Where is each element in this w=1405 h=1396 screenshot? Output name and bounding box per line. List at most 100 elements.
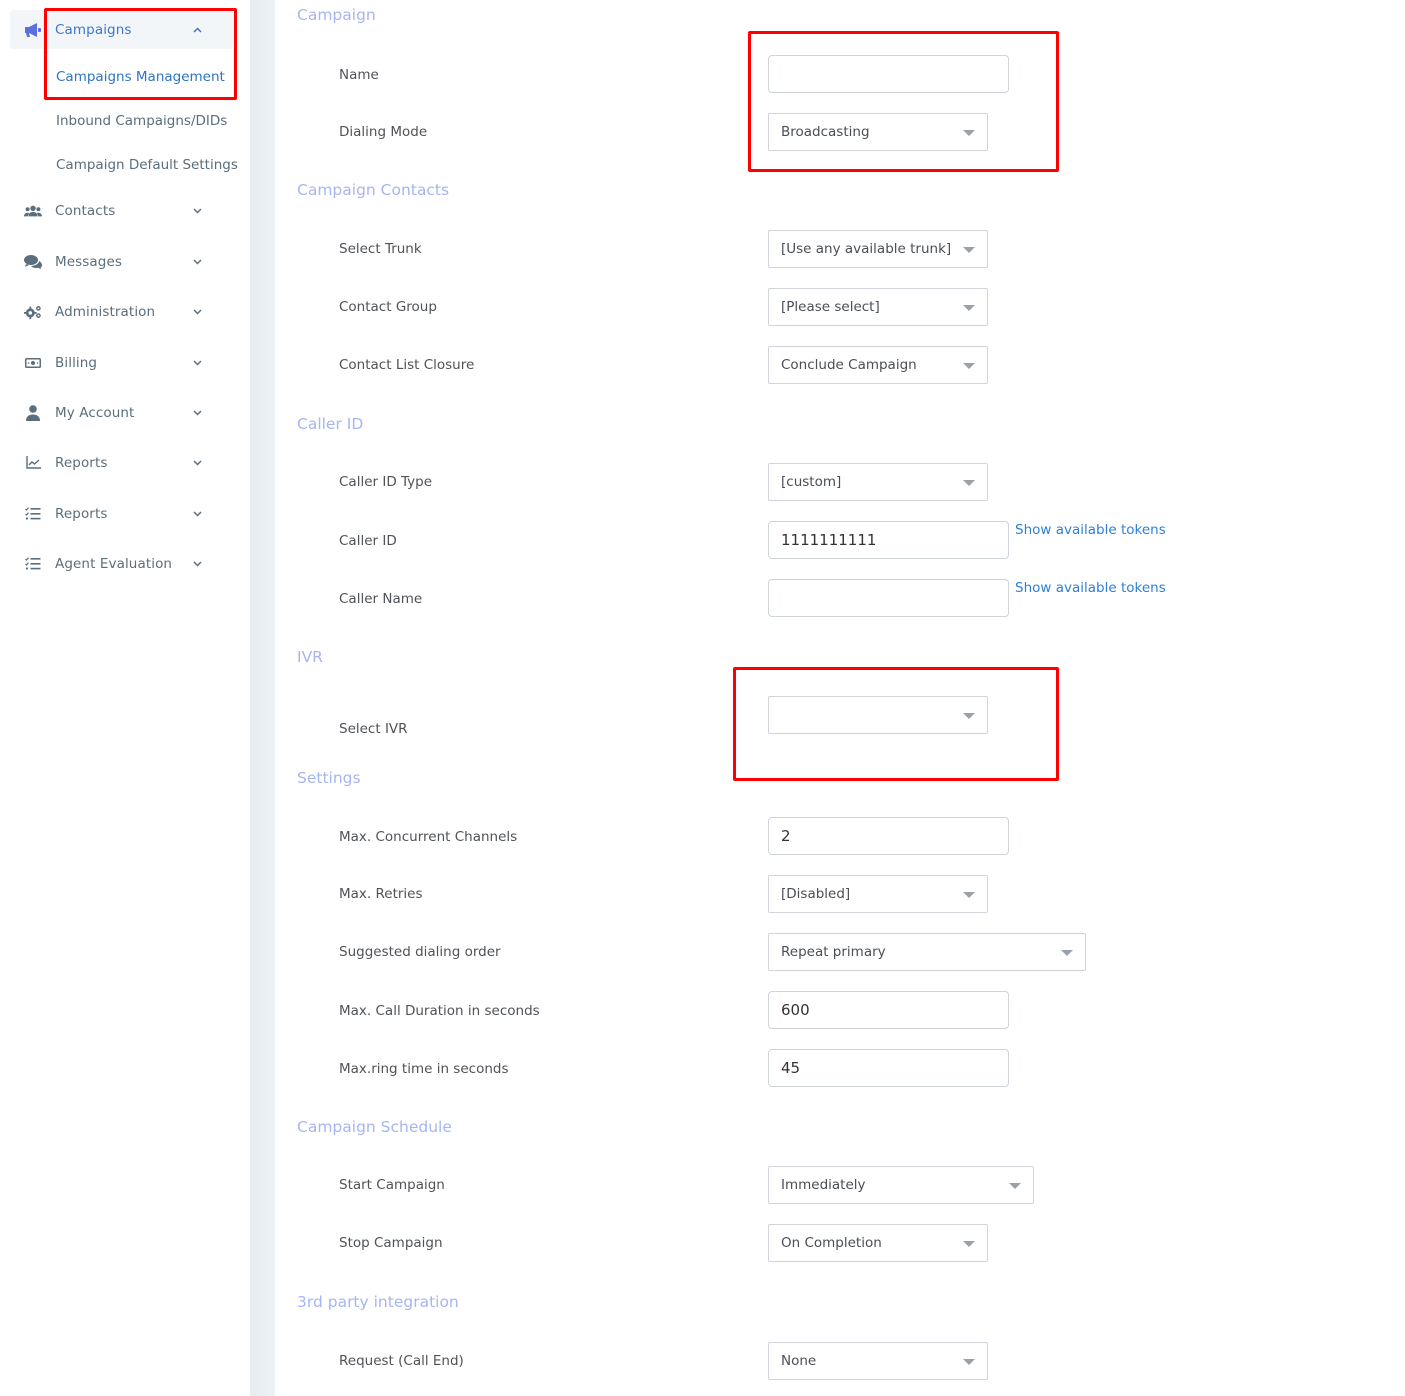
section-title-contacts: Campaign Contacts: [297, 181, 450, 199]
section-title-schedule: Campaign Schedule: [297, 1118, 452, 1136]
select-ivr-label: Select IVR: [339, 721, 408, 737]
start-campaign-value: Immediately: [781, 1177, 866, 1193]
dialing-order-label: Suggested dialing order: [339, 944, 501, 960]
section-title-settings: Settings: [297, 769, 361, 787]
name-input[interactable]: [768, 55, 1009, 93]
caller-id-type-label: Caller ID Type: [339, 474, 433, 490]
caret-down-icon: [963, 1241, 975, 1247]
chevron-down-icon: [191, 256, 203, 268]
caret-down-icon: [963, 305, 975, 311]
section-title-caller-id: Caller ID: [297, 415, 364, 433]
select-trunk-select[interactable]: [Use any available trunk]: [768, 230, 988, 268]
caret-down-icon: [1061, 950, 1073, 956]
stop-campaign-select[interactable]: On Completion: [768, 1224, 988, 1262]
sidebar-item-label: Reports: [55, 505, 108, 522]
chevron-down-icon: [191, 457, 203, 469]
submenu-inbound-campaigns[interactable]: Inbound Campaigns/DIDs: [56, 113, 227, 129]
stop-campaign-label: Stop Campaign: [339, 1235, 443, 1251]
caret-down-icon: [963, 892, 975, 898]
contact-list-closure-select[interactable]: Conclude Campaign: [768, 346, 988, 384]
dialing-order-select[interactable]: Repeat primary: [768, 933, 1086, 971]
max-ring-label: Max.ring time in seconds: [339, 1061, 509, 1077]
name-label: Name: [339, 67, 379, 83]
start-campaign-select[interactable]: Immediately: [768, 1166, 1034, 1204]
sidebar-item-contacts[interactable]: Contacts: [10, 191, 233, 230]
caret-down-icon: [963, 713, 975, 719]
caller-id-tokens-link[interactable]: Show available tokens: [1015, 522, 1166, 538]
tasks-list-icon: [24, 505, 42, 523]
comments-icon: [24, 253, 42, 271]
campaign-form: Campaign Name Dialing Mode Broadcasting …: [275, 0, 1405, 1394]
caller-name-tokens-link[interactable]: Show available tokens: [1015, 580, 1166, 596]
sidebar-item-label: Agent Evaluation: [55, 555, 173, 572]
section-title-campaign: Campaign: [297, 6, 376, 24]
select-ivr-select[interactable]: [768, 696, 988, 734]
sidebar-item-reports[interactable]: Reports: [10, 443, 233, 482]
sidebar-item-label: Campaigns: [55, 21, 132, 38]
sidebar-item-campaigns[interactable]: Campaigns: [10, 10, 233, 49]
sidebar-item-label: Messages: [55, 253, 123, 270]
max-retries-value: [Disabled]: [781, 886, 851, 902]
select-trunk-value: [Use any available trunk]: [781, 241, 952, 257]
caret-down-icon: [963, 363, 975, 369]
start-campaign-label: Start Campaign: [339, 1177, 445, 1193]
gears-icon: [24, 303, 42, 321]
sidebar-item-label: Billing: [55, 354, 98, 371]
max-retries-select[interactable]: [Disabled]: [768, 875, 988, 913]
sidebar-item-billing[interactable]: Billing: [10, 343, 233, 382]
caller-id-type-value: [custom]: [781, 474, 842, 490]
caret-down-icon: [963, 130, 975, 136]
chevron-down-icon: [191, 306, 203, 318]
chevron-down-icon: [191, 558, 203, 570]
submenu-campaigns-management[interactable]: Campaigns Management: [56, 69, 225, 85]
stop-campaign-value: On Completion: [781, 1235, 882, 1251]
caller-name-label: Caller Name: [339, 591, 423, 607]
sidebar-item-messages[interactable]: Messages: [10, 242, 233, 281]
chevron-up-icon: [191, 24, 203, 36]
chevron-down-icon: [191, 205, 203, 217]
contact-group-select[interactable]: [Please select]: [768, 288, 988, 326]
sidebar-item-reports-2[interactable]: Reports: [10, 494, 233, 533]
chevron-down-icon: [191, 407, 203, 419]
sidebar: Campaigns Campaigns Management Inbound C…: [0, 0, 250, 1396]
contact-list-closure-label: Contact List Closure: [339, 357, 475, 373]
caret-down-icon: [963, 1359, 975, 1365]
request-call-end-select[interactable]: None: [768, 1342, 988, 1380]
chevron-down-icon: [191, 357, 203, 369]
user-icon: [24, 404, 42, 422]
money-bill-icon: [24, 354, 42, 372]
max-channels-input[interactable]: 2: [768, 817, 1009, 855]
dialing-mode-select[interactable]: Broadcasting: [768, 113, 988, 151]
megaphone-icon: [24, 21, 42, 39]
dialing-mode-label: Dialing Mode: [339, 124, 428, 140]
content-gutter: [250, 0, 275, 1396]
sidebar-item-label: Contacts: [55, 202, 116, 219]
request-call-end-label: Request (Call End): [339, 1353, 464, 1369]
section-title-ivr: IVR: [297, 648, 323, 666]
users-icon: [24, 202, 42, 220]
dialing-mode-value: Broadcasting: [781, 124, 870, 140]
max-duration-input[interactable]: 600: [768, 991, 1009, 1029]
request-call-end-value: None: [781, 1353, 817, 1369]
tasks-list-icon: [24, 555, 42, 573]
max-channels-label: Max. Concurrent Channels: [339, 829, 518, 845]
caret-down-icon: [963, 480, 975, 486]
submenu-campaign-default-settings[interactable]: Campaign Default Settings: [56, 157, 238, 173]
sidebar-item-label: Reports: [55, 454, 108, 471]
max-retries-label: Max. Retries: [339, 886, 423, 902]
caller-id-type-select[interactable]: [custom]: [768, 463, 988, 501]
sidebar-item-agent-evaluation[interactable]: Agent Evaluation: [10, 544, 233, 583]
section-title-integration: 3rd party integration: [297, 1293, 459, 1311]
sidebar-item-label: My Account: [55, 404, 135, 421]
chart-line-icon: [24, 454, 42, 472]
caller-id-input[interactable]: 1111111111: [768, 521, 1009, 559]
sidebar-item-administration[interactable]: Administration: [10, 292, 233, 331]
sidebar-item-label: Administration: [55, 303, 156, 320]
contact-group-value: [Please select]: [781, 299, 880, 315]
max-ring-input[interactable]: 45: [768, 1049, 1009, 1087]
caller-name-input[interactable]: [768, 579, 1009, 617]
dialing-order-value: Repeat primary: [781, 944, 886, 960]
sidebar-item-my-account[interactable]: My Account: [10, 393, 233, 432]
select-trunk-label: Select Trunk: [339, 241, 422, 257]
contact-group-label: Contact Group: [339, 299, 437, 315]
